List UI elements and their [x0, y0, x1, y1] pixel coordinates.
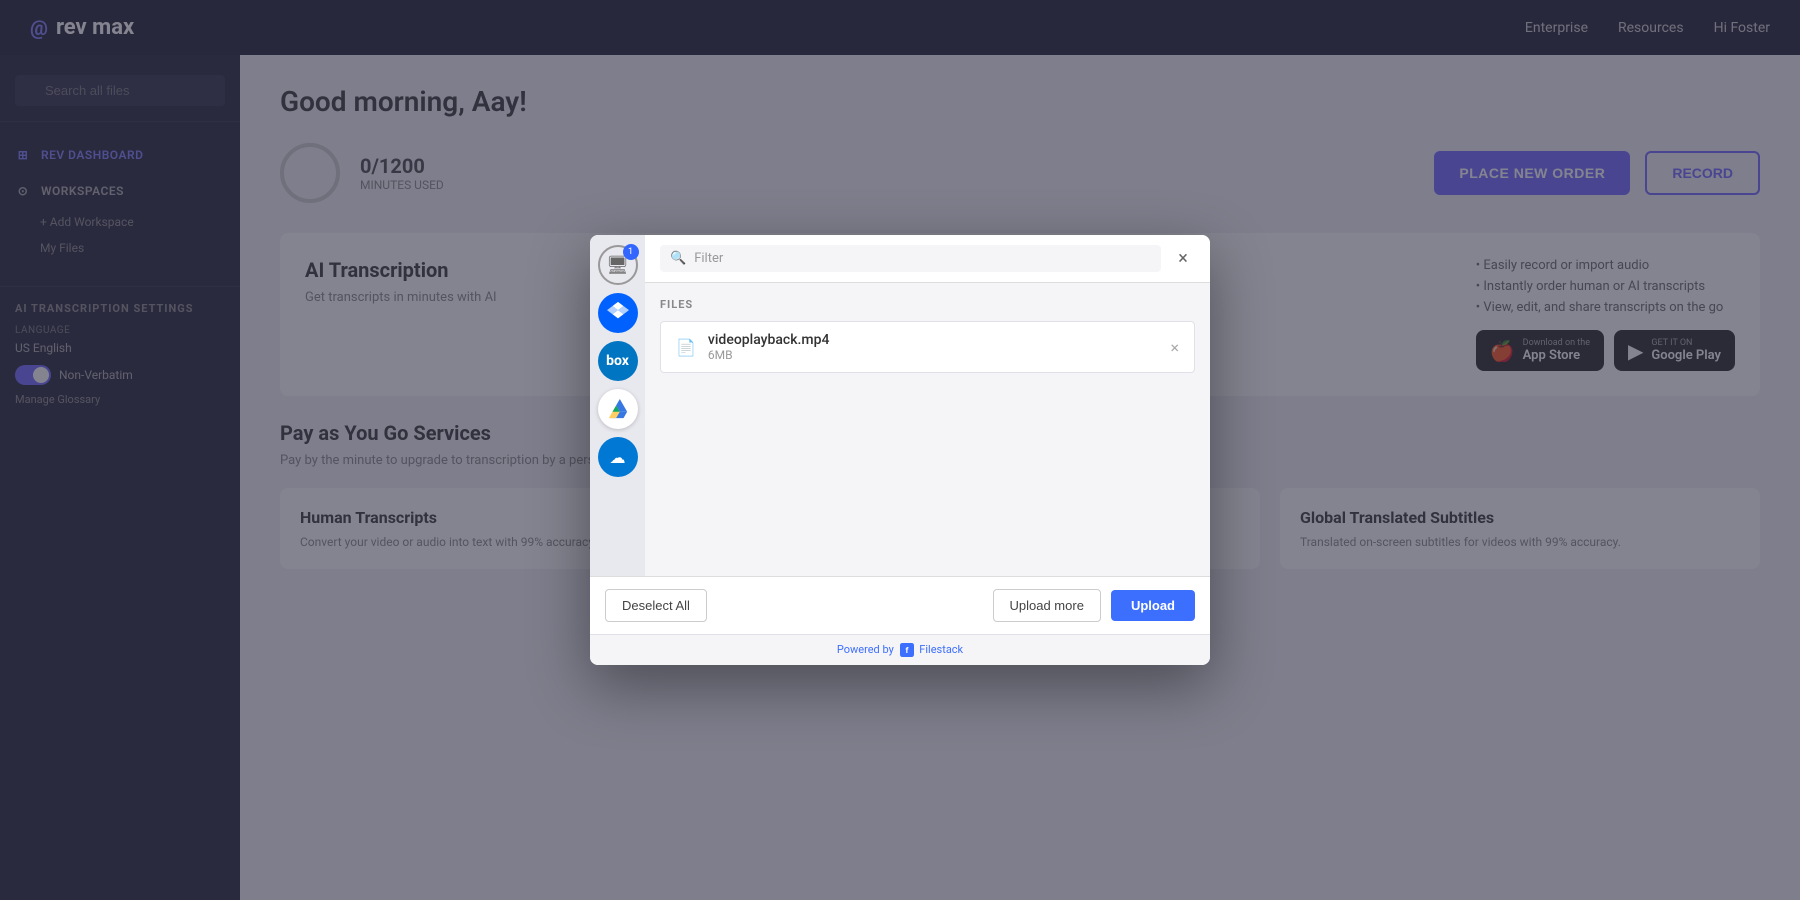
gdrive-icon: [607, 398, 629, 420]
modal-footer: Deselect All Upload more Upload: [590, 576, 1210, 634]
modal-sidebar: 🖥 1 box: [590, 235, 645, 576]
badge-count: 1: [623, 244, 639, 260]
modal-onedrive-btn[interactable]: ☁: [598, 437, 638, 477]
dropbox-icon: [607, 300, 629, 326]
upload-more-button[interactable]: Upload more: [993, 589, 1101, 622]
modal-inner: 🖥 1 box: [590, 235, 1210, 576]
modal-box-btn[interactable]: box: [598, 341, 638, 381]
upload-modal: 🖥 1 box: [590, 235, 1210, 665]
filestack-logo-icon: f: [900, 643, 914, 657]
modal-header: 🔍 Filter ×: [645, 235, 1210, 283]
modal-overlay[interactable]: 🖥 1 box: [0, 0, 1800, 900]
box-icon: box: [606, 353, 629, 369]
powered-service-name: Filestack: [919, 643, 963, 656]
onedrive-icon: ☁: [610, 448, 626, 467]
svg-text:f: f: [905, 645, 908, 655]
file-remove-button[interactable]: ×: [1170, 338, 1179, 357]
deselect-all-button[interactable]: Deselect All: [605, 589, 707, 622]
modal-search-icon: 🔍: [670, 251, 686, 266]
modal-powered-by: Powered by f Filestack: [590, 634, 1210, 665]
modal-dropbox-btn[interactable]: [598, 293, 638, 333]
file-item: 📄 videoplayback.mp4 6MB ×: [660, 321, 1195, 373]
file-info: videoplayback.mp4 6MB: [708, 332, 1159, 362]
modal-gdrive-btn[interactable]: [598, 389, 638, 429]
files-section-label: FILES: [660, 298, 1195, 311]
modal-close-button[interactable]: ×: [1171, 247, 1195, 271]
file-icon: 📄: [676, 338, 696, 357]
file-name: videoplayback.mp4: [708, 332, 1159, 348]
powered-by-label: Powered by: [837, 643, 894, 656]
file-size: 6MB: [708, 348, 1159, 362]
modal-filter-text: Filter: [694, 251, 1151, 266]
modal-main: 🔍 Filter × FILES 📄 videoplayback.mp4 6MB: [645, 235, 1210, 576]
modal-files-section: FILES 📄 videoplayback.mp4 6MB ×: [645, 283, 1210, 576]
upload-button[interactable]: Upload: [1111, 590, 1195, 621]
modal-search-bar: 🔍 Filter: [660, 245, 1161, 272]
modal-computer-btn[interactable]: 🖥 1: [598, 245, 638, 285]
